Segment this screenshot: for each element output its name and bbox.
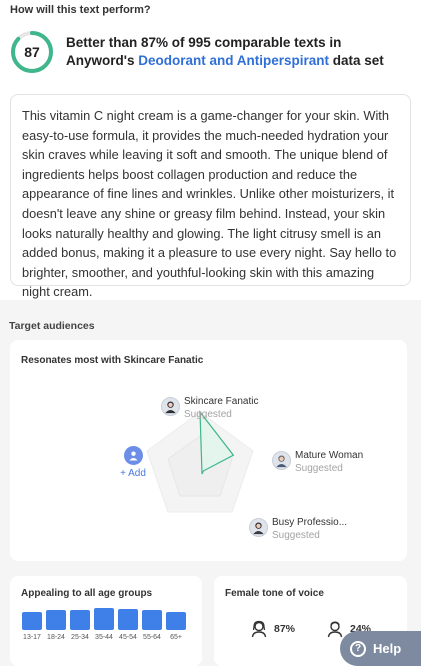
- persona-busy-professional[interactable]: Busy Professio... Suggested: [249, 516, 347, 542]
- target-audiences-label: Target audiences: [9, 320, 95, 332]
- age-bar-chart: [22, 606, 190, 630]
- woman-avatar-icon: [249, 518, 268, 537]
- age-bar-55-64: [142, 610, 162, 630]
- age-bar-label: 18-24: [47, 634, 65, 641]
- age-bar-65+: [166, 612, 186, 630]
- help-button[interactable]: ? Help: [340, 631, 421, 666]
- persona-skincare-fanatic[interactable]: Skincare Fanatic Suggested: [161, 395, 258, 421]
- female-icon: [251, 620, 267, 638]
- age-bar-label: 65+: [170, 634, 182, 641]
- add-audience-label: + Add: [120, 468, 146, 479]
- age-bar-label: 45-54: [119, 634, 137, 641]
- score-row: 87 Better than 87% of 995 comparable tex…: [10, 30, 411, 74]
- age-bar-13-17: [22, 612, 42, 630]
- persona-mature-woman[interactable]: Mature Woman Suggested: [272, 449, 363, 475]
- score-line-2-prefix: Anyword's: [66, 53, 139, 68]
- section-title: How will this text perform?: [10, 4, 151, 16]
- age-bar-45-54: [118, 608, 138, 630]
- persona-status: Suggested: [272, 530, 320, 541]
- score-line-1: Better than 87% of 995 comparable texts …: [66, 35, 342, 50]
- persona-name: Skincare Fanatic: [184, 396, 259, 407]
- help-label: Help: [373, 641, 402, 656]
- male-icon: [327, 621, 343, 638]
- female-tone-item: 87%: [250, 620, 295, 638]
- age-bar-label: 13-17: [23, 634, 41, 641]
- performance-section: How will this text perform? 87 Better th…: [0, 0, 421, 300]
- insights-panel: Target audiences Resonates most with Ski…: [0, 300, 421, 666]
- age-bar-label: 25-34: [71, 634, 89, 641]
- tone-title: Female tone of voice: [225, 588, 324, 599]
- woman-avatar-icon: [161, 397, 180, 416]
- person-add-icon: [123, 446, 143, 465]
- add-audience-button[interactable]: + Add: [120, 446, 146, 479]
- score-gauge: 87: [10, 30, 54, 74]
- score-line-2: Anyword's Deodorant and Antiperspirant d…: [66, 52, 384, 70]
- age-bar-label: 35-44: [95, 634, 113, 641]
- age-bar-35-44: [94, 607, 114, 630]
- woman-avatar-icon: [272, 451, 291, 470]
- persona-status: Suggested: [295, 463, 343, 474]
- female-tone-value: 87%: [274, 623, 296, 635]
- dataset-link[interactable]: Deodorant and Antiperspirant: [138, 53, 329, 68]
- persona-status: Suggested: [184, 409, 232, 420]
- score-value: 87: [24, 44, 40, 60]
- persona-name: Busy Professio...: [272, 517, 348, 528]
- score-line-2-suffix: data set: [329, 53, 384, 68]
- audience-card: Resonates most with Skincare Fanatic Ski…: [10, 340, 407, 561]
- age-groups-card: Appealing to all age groups 13-17 18-24 25…: [10, 576, 202, 666]
- persona-name: Mature Woman: [295, 450, 364, 461]
- age-bar-label: 55-64: [143, 634, 161, 641]
- score-description: Better than 87% of 995 comparable texts …: [66, 34, 384, 70]
- generated-text-box: This vitamin C night cream is a game-cha…: [10, 94, 411, 299]
- age-bar-18-24: [46, 609, 66, 630]
- question-icon: ?: [350, 640, 366, 657]
- age-groups-title: Appealing to all age groups: [21, 588, 153, 599]
- age-bar-25-34: [70, 609, 90, 630]
